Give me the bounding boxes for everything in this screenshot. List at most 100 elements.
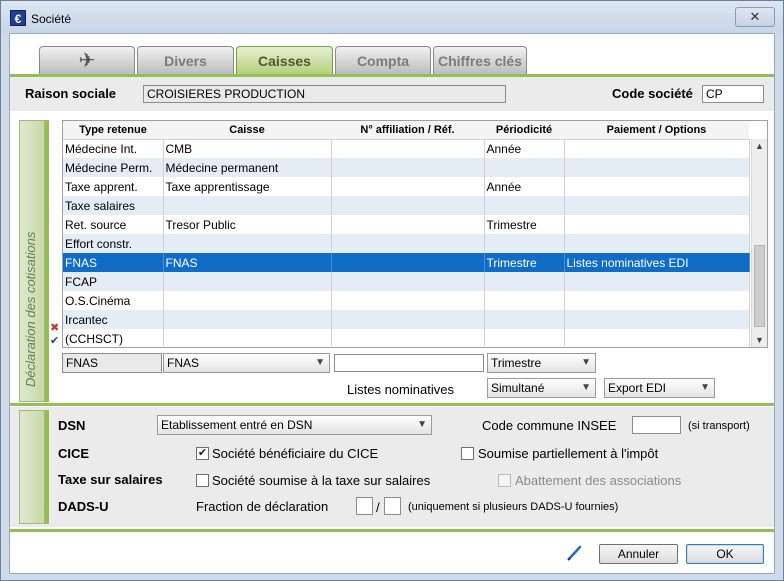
chevron-down-icon: ▼ [417, 419, 427, 430]
cell [331, 253, 485, 272]
cell: FNAS [163, 253, 332, 272]
listes-nominatives-select[interactable]: Simultané ▼ [487, 378, 596, 398]
cell: FCAP [63, 272, 164, 291]
tab-divers[interactable]: Divers [137, 46, 234, 74]
insee-note: (si transport) [688, 420, 750, 432]
table-row[interactable]: FCAP [63, 272, 750, 291]
abattement-checkbox[interactable] [498, 474, 511, 487]
table-row[interactable]: Taxe apprent. Taxe apprentissage Année [63, 177, 750, 196]
cell [484, 291, 565, 310]
cell [163, 329, 332, 347]
type-retenue-field[interactable]: FNAS [62, 353, 162, 373]
cell [564, 234, 750, 253]
cell: CMB [163, 139, 332, 158]
window: € Société ✕ ✈ Divers Caisses Compta Chif… [0, 0, 784, 581]
app-icon: € [10, 10, 26, 26]
fraction-numerator-field[interactable] [356, 497, 373, 515]
dsn-select[interactable]: Etablissement entré en DSN ▼ [157, 415, 432, 435]
dads-u-label: DADS-U [58, 499, 109, 514]
cell [564, 215, 750, 234]
side-panel-title: Déclaration des cotisations [23, 231, 38, 387]
tab-compta[interactable]: Compta [335, 46, 431, 74]
tab-airplane[interactable]: ✈ [39, 46, 135, 74]
close-button[interactable]: ✕ [735, 7, 775, 27]
cell [163, 291, 332, 310]
fraction-denominator-field[interactable] [384, 497, 401, 515]
section-divider [10, 403, 774, 406]
column-header[interactable]: Caisse [163, 121, 331, 140]
cell: Effort constr. [63, 234, 164, 253]
pen-icon[interactable] [566, 544, 584, 562]
cell [564, 310, 750, 329]
column-header[interactable]: Périodicité [484, 121, 564, 140]
abattement-label: Abattement des associations [515, 473, 682, 488]
cell [484, 234, 565, 253]
cell: FNAS [63, 253, 164, 272]
table-row[interactable]: Médecine Int. CMB Année [63, 139, 750, 158]
cell: Ret. source [63, 215, 164, 234]
cotisations-grid[interactable]: Type retenue Caisse N° affiliation / Réf… [62, 120, 768, 348]
cice-beneficiaire-label: Société bénéficiaire du CICE [212, 446, 379, 461]
raison-sociale-field[interactable]: CROISIERES PRODUCTION [143, 85, 506, 103]
table-row[interactable]: (CCHSCT) [63, 329, 750, 347]
caisse-select[interactable]: FNAS ▼ [163, 353, 330, 373]
affiliation-field[interactable] [334, 354, 484, 372]
tab-chiffres-cles[interactable]: Chiffres clés [433, 46, 527, 74]
code-societe-field[interactable]: CP [702, 85, 764, 103]
cell [484, 329, 565, 347]
chevron-down-icon: ▼ [581, 357, 591, 368]
cancel-button[interactable]: Annuler [599, 544, 678, 564]
code-societe-label: Code société [612, 86, 693, 101]
delete-mark-icon[interactable]: ✖ [50, 321, 59, 334]
cell [331, 215, 485, 234]
cell [163, 234, 332, 253]
grid-scrollbar[interactable]: ▲ ▼ [751, 139, 767, 347]
cell [564, 139, 750, 158]
cice-beneficiaire-checkbox[interactable]: ✔ [196, 447, 209, 460]
cell [331, 272, 485, 291]
validate-mark-icon[interactable]: ✔ [50, 334, 59, 347]
cice-label: CICE [58, 446, 90, 461]
column-header[interactable]: Type retenue [63, 121, 163, 140]
table-row[interactable]: Ircantec [63, 310, 750, 329]
export-select[interactable]: Export EDI ▼ [604, 378, 715, 398]
soumise-impot-checkbox[interactable] [461, 447, 474, 460]
cell [564, 291, 750, 310]
scroll-up-icon[interactable]: ▲ [755, 141, 764, 151]
taxe-salaires-checkbox[interactable] [196, 474, 209, 487]
dsn-label: DSN [58, 418, 86, 433]
cell: Ircantec [63, 310, 164, 329]
fraction-note: (uniquement si plusieurs DADS-U fournies… [408, 501, 619, 513]
listes-nominatives-label: Listes nominatives [347, 382, 454, 397]
airplane-icon: ✈ [78, 50, 96, 72]
code-insee-field[interactable] [632, 416, 681, 434]
settings-side-accent [45, 410, 49, 524]
table-row-selected[interactable]: FNAS FNAS Trimestre Listes nominatives EDI [63, 253, 750, 272]
cell: Médecine Int. [63, 139, 164, 158]
column-header[interactable]: N° affiliation / Réf. [331, 121, 484, 140]
column-header[interactable]: Paiement / Options [564, 121, 749, 140]
taxe-salaires-check-label: Société soumise à la taxe sur salaires [212, 473, 431, 488]
table-row[interactable]: Médecine Perm. Médecine permanent [63, 158, 750, 177]
cell [564, 329, 750, 347]
chevron-down-icon: ▼ [700, 382, 710, 393]
title-bar[interactable]: € Société ✕ [1, 1, 783, 33]
cell [564, 158, 750, 177]
scroll-down-icon[interactable]: ▼ [755, 335, 764, 345]
table-row[interactable]: Ret. source Tresor Public Trimestre [63, 215, 750, 234]
scroll-thumb[interactable] [754, 245, 765, 327]
cell [331, 329, 485, 347]
table-row[interactable]: Effort constr. [63, 234, 750, 253]
table-row[interactable]: Taxe salaires [63, 196, 750, 215]
ok-button[interactable]: OK [686, 544, 764, 564]
taxe-salaires-label: Taxe sur salaires [58, 472, 163, 487]
footer-divider [10, 529, 774, 532]
cell: (CCHSCT) [63, 329, 164, 347]
cell [163, 272, 332, 291]
cell [163, 310, 332, 329]
table-row[interactable]: O.S.Cinéma [63, 291, 750, 310]
cell [484, 196, 565, 215]
cell [331, 158, 485, 177]
periodicite-select[interactable]: Trimestre ▼ [487, 353, 596, 373]
tab-caisses[interactable]: Caisses [236, 46, 333, 74]
